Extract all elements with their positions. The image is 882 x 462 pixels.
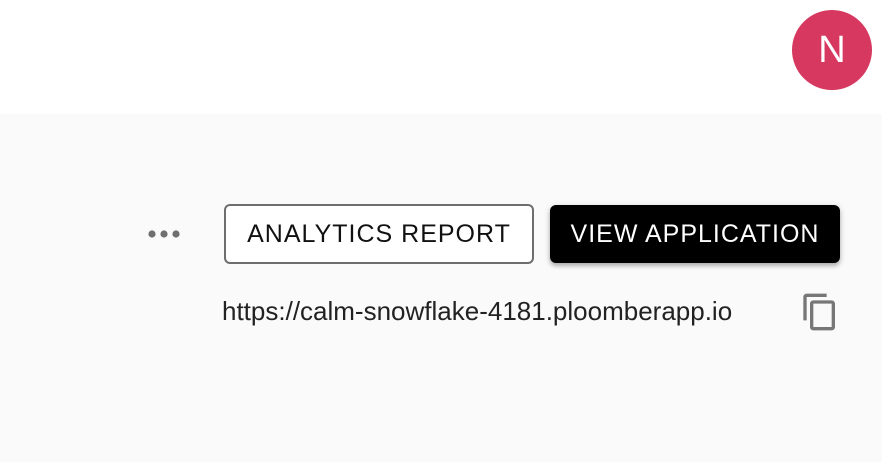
more-horizontal-icon [148,230,180,238]
analytics-report-button[interactable]: ANALYTICS REPORT [224,204,534,264]
view-application-button[interactable]: VIEW APPLICATION [550,205,840,263]
avatar[interactable]: N [792,10,872,90]
app-url-row: https://calm-snowflake-4181.ploomberapp.… [222,290,732,332]
more-options-button[interactable] [140,214,188,254]
main-content: ANALYTICS REPORT VIEW APPLICATION https:… [0,114,882,462]
copy-icon[interactable] [800,292,840,332]
app-url[interactable]: https://calm-snowflake-4181.ploomberapp.… [222,296,732,327]
top-bar: N [0,0,882,114]
